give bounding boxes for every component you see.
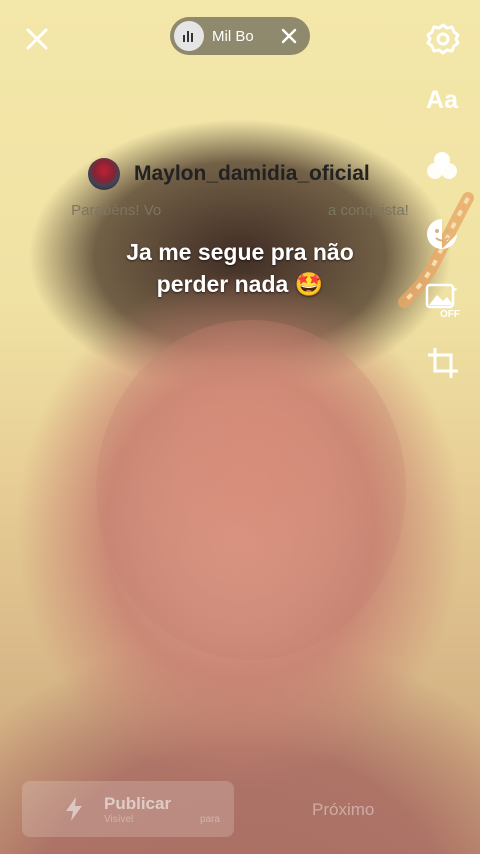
congrats-text: Parabéns! Vo a conquista! (71, 202, 409, 219)
publish-button[interactable]: Publicar Visível para (22, 781, 234, 837)
music-title: Mil Bo (212, 27, 254, 45)
user-badge: Maylon_damidia_oficial (88, 158, 370, 190)
publish-subtitle: Visível para (104, 813, 220, 825)
filters-icon[interactable] (424, 148, 460, 184)
caption-line-2: perder nada 🤩 (156, 271, 324, 297)
crop-icon[interactable] (426, 346, 460, 380)
clear-icon[interactable] (280, 27, 298, 45)
avatar (88, 158, 120, 190)
camera-preview (0, 0, 480, 854)
lightning-icon (66, 797, 82, 821)
enhance-state: OFF (440, 309, 460, 320)
settings-icon[interactable] (426, 22, 460, 56)
next-button[interactable]: Próximo (312, 800, 374, 820)
publish-label: Publicar (104, 793, 172, 813)
text-icon[interactable]: Aa (424, 86, 460, 115)
music-icon (174, 21, 204, 51)
username: Maylon_damidia_oficial (134, 162, 370, 185)
caption-text[interactable]: Ja me segue pra não perder nada 🤩 (0, 236, 480, 300)
music-pill[interactable]: Mil Bo (170, 17, 310, 55)
caption-line-1: Ja me segue pra não (126, 239, 354, 265)
close-icon[interactable] (22, 24, 52, 54)
